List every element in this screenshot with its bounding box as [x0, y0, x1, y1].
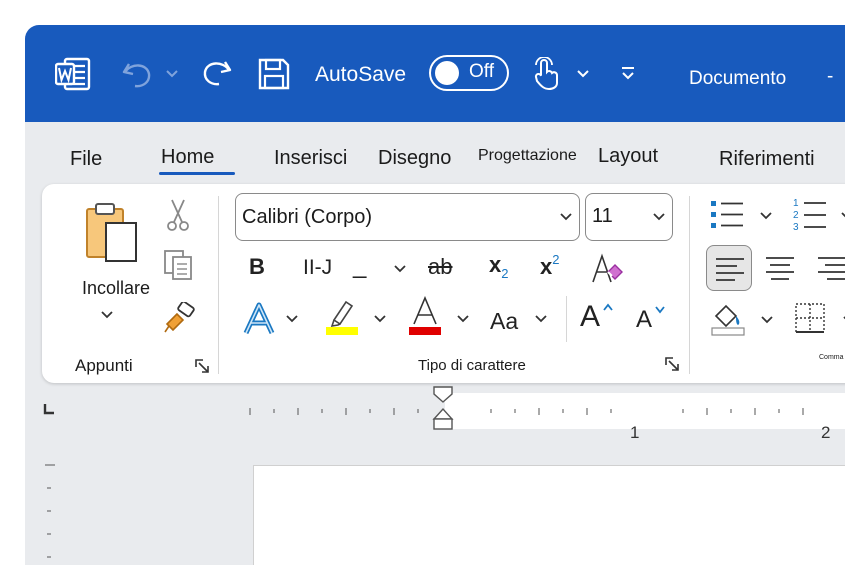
- save-icon[interactable]: [257, 57, 291, 91]
- shrink-font-letter: A: [636, 306, 653, 333]
- tab-layout[interactable]: Layout: [598, 145, 658, 168]
- tab-design[interactable]: Progettazione: [478, 147, 577, 165]
- superscript-x: x: [540, 254, 553, 279]
- touch-mode-chevron-down-icon[interactable]: [576, 69, 590, 79]
- italic-button[interactable]: II-J: [303, 256, 332, 280]
- numbering-icon[interactable]: 1 2 3: [792, 196, 828, 232]
- word-window: AutoSave Off Documento - File Home Inser…: [25, 25, 845, 565]
- grow-font-button[interactable]: A: [580, 300, 600, 334]
- text-effects-icon[interactable]: [242, 302, 276, 336]
- align-left-icon: [716, 258, 744, 281]
- document-page[interactable]: [253, 465, 845, 565]
- svg-text:2: 2: [793, 210, 799, 221]
- title-bar: AutoSave Off Documento -: [25, 25, 845, 122]
- subscript-x: x: [489, 252, 502, 277]
- indent-marker-icon[interactable]: [432, 385, 454, 431]
- ribbon-tabs: File Home Inserisci Disegno Progettazion…: [25, 122, 845, 184]
- font-dialog-launcher-icon[interactable]: [664, 356, 680, 372]
- tab-insert[interactable]: Inserisci: [274, 147, 347, 170]
- font-name-chevron-down-icon: [560, 213, 572, 221]
- paste-chevron-down-icon[interactable]: [100, 310, 114, 320]
- ruler-ticks: [249, 408, 804, 415]
- touch-mode-icon[interactable]: [532, 57, 562, 91]
- tab-file[interactable]: File: [70, 148, 102, 171]
- paste-icon[interactable]: [84, 201, 142, 263]
- font-size-chevron-down-icon: [653, 213, 665, 221]
- clipboard-dialog-launcher-icon[interactable]: [194, 358, 210, 374]
- shrink-font-button[interactable]: A: [636, 306, 652, 334]
- autosave-state: Off: [469, 61, 494, 82]
- font-color-chevron-down-icon[interactable]: [456, 314, 470, 324]
- numbering-chevron-down-icon[interactable]: [840, 211, 845, 221]
- clipboard-group-label: Appunti: [75, 356, 133, 375]
- grow-font-caret-up-icon: [603, 303, 613, 311]
- font-name-dropdown[interactable]: Calibri (Corpo): [235, 193, 580, 241]
- customize-toolbar-icon[interactable]: [620, 66, 636, 82]
- paste-label[interactable]: Incollare: [82, 278, 150, 299]
- highlighter-icon[interactable]: [324, 296, 360, 336]
- font-size-dropdown[interactable]: 11: [585, 193, 673, 241]
- underline-button[interactable]: _: [353, 252, 366, 280]
- change-case-button[interactable]: Aa: [490, 308, 518, 335]
- word-logo-icon[interactable]: [55, 57, 91, 91]
- copy-icon[interactable]: [162, 248, 196, 282]
- tab-selector-icon[interactable]: [43, 403, 55, 415]
- ruler-mark-1: 1: [630, 423, 640, 442]
- shading-chevron-down-icon[interactable]: [760, 315, 774, 325]
- undo-icon[interactable]: [121, 58, 155, 90]
- svg-text:1: 1: [793, 198, 799, 209]
- tab-home[interactable]: Home: [161, 146, 214, 169]
- shrink-font-caret-down-icon: [655, 306, 665, 314]
- align-center-icon[interactable]: [765, 255, 795, 281]
- redo-icon[interactable]: [199, 56, 233, 90]
- change-case-chevron-down-icon[interactable]: [534, 314, 548, 324]
- tab-references[interactable]: Riferimenti: [719, 148, 815, 171]
- toggle-knob: [435, 61, 459, 85]
- align-left-button[interactable]: [706, 245, 752, 291]
- highlight-chevron-down-icon[interactable]: [373, 314, 387, 324]
- font-inner-separator: [566, 296, 567, 342]
- ribbon-panel: Incollare Appunti Calibri (Corpo) 11 B I…: [42, 184, 845, 383]
- subscript-mark: 2: [501, 266, 509, 281]
- tab-draw[interactable]: Disegno: [378, 147, 451, 170]
- autosave-toggle[interactable]: Off: [429, 55, 509, 91]
- text-effects-chevron-down-icon[interactable]: [285, 314, 299, 324]
- shading-icon[interactable]: [710, 302, 746, 336]
- undo-chevron-down-icon[interactable]: [165, 69, 179, 79]
- svg-text:3: 3: [793, 222, 799, 232]
- font-color-icon[interactable]: [407, 296, 443, 336]
- strikethrough-button[interactable]: ab: [428, 254, 452, 280]
- cut-icon[interactable]: [166, 198, 190, 232]
- autosave-label: AutoSave: [315, 63, 407, 86]
- font-group-label: Tipo di carattere: [418, 357, 526, 374]
- document-name[interactable]: Documento: [689, 68, 786, 90]
- horizontal-ruler[interactable]: 1 2: [25, 383, 845, 442]
- bold-button[interactable]: B: [249, 254, 265, 280]
- ruler-mark-2: 2: [821, 423, 831, 442]
- bullets-chevron-down-icon[interactable]: [759, 211, 773, 221]
- clear-formatting-icon[interactable]: [590, 252, 626, 286]
- superscript-button[interactable]: x2: [540, 252, 559, 280]
- paragraph-group-label: Comma: [819, 354, 844, 361]
- borders-icon[interactable]: [794, 302, 826, 334]
- align-right-icon[interactable]: [817, 255, 845, 281]
- font-name-value: Calibri (Corpo): [242, 206, 373, 228]
- group-separator: [689, 196, 690, 374]
- grow-font-letter: A: [580, 300, 601, 333]
- underline-chevron-down-icon[interactable]: [393, 264, 407, 274]
- superscript-mark: 2: [552, 252, 560, 267]
- bullets-icon[interactable]: [709, 198, 745, 230]
- group-separator: [218, 196, 219, 374]
- subscript-button[interactable]: x2: [489, 252, 508, 281]
- format-painter-icon[interactable]: [163, 302, 197, 334]
- active-tab-indicator: [159, 172, 235, 175]
- font-size-value: 11: [592, 205, 613, 227]
- title-separator: -: [827, 66, 834, 87]
